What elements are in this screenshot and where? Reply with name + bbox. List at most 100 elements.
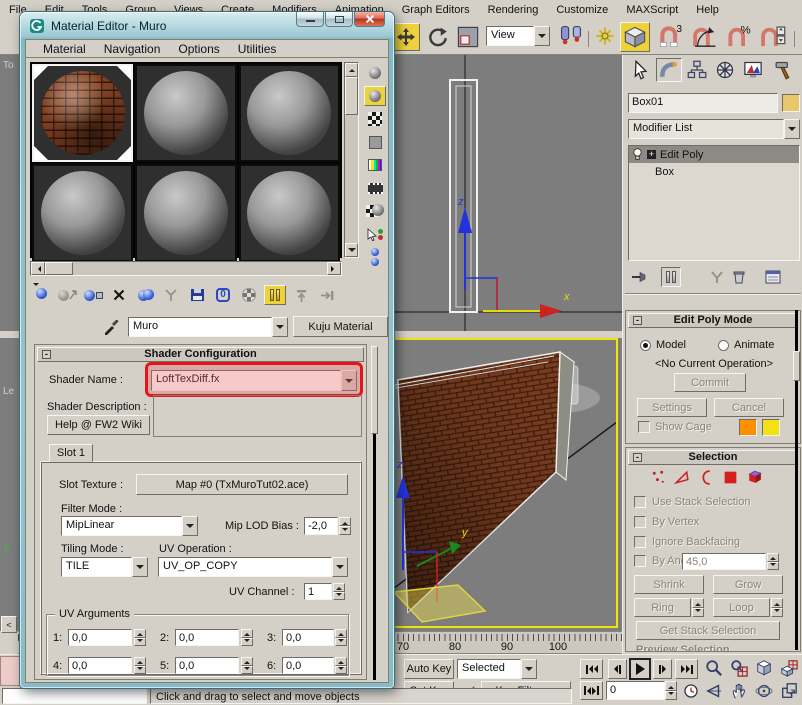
uv-arg-6-spinner[interactable]	[335, 657, 347, 674]
menu-utilities[interactable]: Utilities	[229, 40, 286, 57]
chevron-down-icon[interactable]	[341, 370, 357, 391]
put-material-to-scene-button[interactable]	[56, 285, 78, 305]
collapse-icon[interactable]: -	[42, 350, 51, 359]
uv-arg-3-field[interactable]: 0,0	[282, 629, 334, 646]
radio-icon[interactable]	[640, 340, 651, 351]
uv-arg-2-field[interactable]: 0,0	[175, 629, 239, 646]
select-and-move-button[interactable]	[392, 23, 420, 51]
field-of-view-button[interactable]	[703, 680, 725, 701]
pan-button[interactable]	[728, 680, 750, 701]
tab-display[interactable]	[740, 58, 766, 82]
cage-selected-color-swatch[interactable]	[762, 419, 780, 436]
shrink-button[interactable]: Shrink	[634, 575, 704, 594]
chevron-down-icon[interactable]	[132, 557, 148, 577]
cage-color-swatch[interactable]	[739, 419, 757, 436]
polygon-subobject-icon[interactable]	[722, 469, 739, 486]
select-by-material-button[interactable]	[364, 224, 386, 244]
chevron-down-icon[interactable]	[534, 26, 550, 46]
uv-arg-3-spinner[interactable]	[335, 629, 347, 646]
uv-channel-spinner[interactable]	[333, 583, 345, 600]
modifier-stack[interactable]: + Edit Poly Box	[628, 145, 800, 261]
loop-button[interactable]: Loop	[713, 598, 770, 617]
sample-slot-2[interactable]	[135, 64, 236, 162]
configure-modifier-sets-button[interactable]	[761, 267, 785, 287]
use-stack-selection-checkbox[interactable]: Use Stack Selection	[634, 496, 750, 508]
commit-button[interactable]: Commit	[674, 373, 746, 392]
cancel-button[interactable]: Cancel	[714, 398, 784, 417]
menu-customize[interactable]: Customize	[547, 2, 617, 18]
backlight-button[interactable]	[364, 86, 386, 106]
pick-material-from-object-button[interactable]	[102, 316, 124, 338]
tab-modify[interactable]	[656, 58, 682, 82]
menu-material[interactable]: Material	[34, 40, 95, 57]
tab-utilities[interactable]	[770, 58, 796, 82]
snaps-3d-toggle-button[interactable]: 3	[656, 23, 686, 51]
material-editor-window[interactable]: Material Editor - Muro Material Navigati…	[20, 12, 394, 688]
preview-selection-rollout-partial[interactable]: Preview Selection	[636, 644, 730, 652]
slots-vertical-scrollbar[interactable]	[344, 62, 359, 258]
settings-button[interactable]: Settings	[637, 398, 707, 417]
tiling-mode-dropdown[interactable]: TILE	[61, 557, 148, 577]
by-angle-field[interactable]: 45,0	[682, 553, 766, 570]
go-to-start-button[interactable]	[580, 659, 603, 679]
key-mode-toggle-button[interactable]	[580, 681, 603, 700]
checkbox-icon[interactable]	[634, 496, 646, 508]
slots-horizontal-scrollbar[interactable]	[30, 261, 342, 276]
go-to-end-button[interactable]	[675, 659, 698, 679]
make-material-copy-button[interactable]	[134, 285, 156, 305]
maximize-viewport-toggle-button[interactable]	[778, 680, 800, 701]
chevron-down-icon[interactable]	[521, 659, 537, 679]
sample-uv-tiling-button[interactable]	[364, 132, 386, 152]
select-and-rotate-button[interactable]	[424, 23, 452, 51]
edge-subobject-icon[interactable]	[674, 469, 691, 486]
make-preview-button[interactable]	[364, 178, 386, 198]
close-button[interactable]	[354, 12, 385, 27]
spinner-snap-toggle-button[interactable]	[758, 23, 788, 51]
go-to-parent-button[interactable]	[290, 285, 312, 305]
show-end-result-button[interactable]	[264, 285, 286, 305]
menu-help[interactable]: Help	[687, 2, 728, 18]
make-unique-button[interactable]	[160, 285, 182, 305]
ring-button[interactable]: Ring	[634, 598, 691, 617]
auto-key-button[interactable]: Auto Key	[404, 659, 454, 679]
tab-slot-1[interactable]: Slot 1	[49, 444, 93, 462]
sample-slot-muro[interactable]	[32, 64, 133, 162]
zoom-all-button[interactable]	[728, 657, 750, 678]
angle-snap-toggle-button[interactable]	[690, 23, 720, 51]
help-fw2-wiki-button[interactable]: Help @ FW2 Wiki	[47, 415, 150, 435]
selection-set-dropdown[interactable]: Selected	[457, 659, 537, 679]
rollout-scrollbar-thumb[interactable]	[371, 346, 378, 434]
zoom-extents-all-button[interactable]	[778, 657, 800, 678]
filter-mode-dropdown[interactable]: MipLinear	[61, 516, 198, 536]
uv-arg-5-spinner[interactable]	[241, 657, 253, 674]
chevron-down-icon[interactable]	[784, 119, 800, 139]
reset-map-button[interactable]	[108, 285, 130, 305]
scroll-up-button[interactable]	[345, 63, 358, 77]
video-color-check-button[interactable]	[364, 155, 386, 175]
pin-stack-button[interactable]	[629, 267, 651, 287]
modifier-list-dropdown[interactable]: Modifier List	[628, 119, 800, 139]
menu-maxscript[interactable]: MAXScript	[617, 2, 687, 18]
uv-arg-5-field[interactable]: 0,0	[175, 657, 239, 674]
remove-modifier-button[interactable]	[729, 267, 749, 287]
get-stack-selection-button[interactable]: Get Stack Selection	[636, 621, 780, 640]
zoom-extents-button[interactable]	[753, 657, 775, 678]
shader-name-dropdown[interactable]: LoftTexDiff.fx	[151, 370, 357, 391]
select-and-manipulate-button[interactable]	[594, 25, 616, 49]
uv-channel-field[interactable]: 1	[304, 583, 332, 600]
background-button[interactable]	[364, 109, 386, 129]
sample-type-button[interactable]	[364, 63, 386, 83]
mip-lod-bias-field[interactable]: -2,0	[304, 517, 338, 535]
tab-create[interactable]	[628, 58, 654, 82]
collapse-icon[interactable]: -	[633, 316, 642, 325]
assign-material-to-selection-button[interactable]	[82, 285, 104, 305]
sample-slot-6[interactable]	[239, 164, 340, 262]
checkbox-icon[interactable]	[634, 555, 646, 567]
material-name-dropdown[interactable]: Muro	[128, 317, 288, 337]
sample-slot-5[interactable]	[135, 164, 236, 262]
shader-configuration-header[interactable]: - Shader Configuration	[37, 347, 364, 362]
current-frame-field[interactable]: 0	[606, 681, 665, 700]
uv-arg-6-field[interactable]: 0,0	[282, 657, 334, 674]
menu-navigation[interactable]: Navigation	[95, 40, 170, 57]
uv-arg-1-spinner[interactable]	[134, 629, 146, 646]
